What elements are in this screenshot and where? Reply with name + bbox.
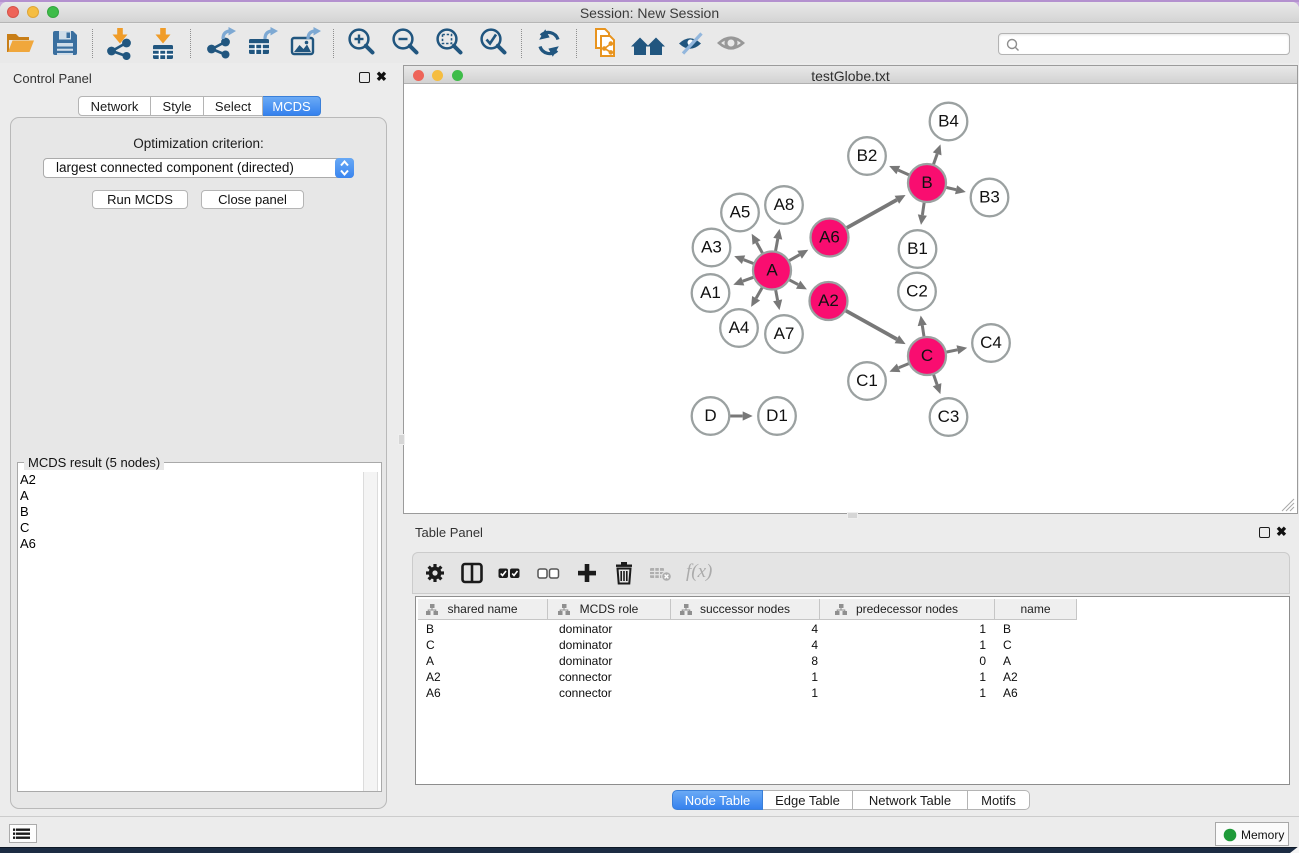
svg-text:B3: B3 — [979, 188, 1000, 207]
svg-text:C: C — [921, 346, 933, 365]
svg-text:B: B — [921, 173, 932, 192]
svg-text:C3: C3 — [938, 407, 960, 426]
svg-text:A4: A4 — [729, 318, 750, 337]
svg-text:C2: C2 — [906, 282, 928, 301]
svg-text:D: D — [704, 406, 716, 425]
svg-text:A2: A2 — [818, 291, 839, 310]
svg-text:A5: A5 — [730, 203, 751, 222]
svg-text:D1: D1 — [766, 406, 788, 425]
svg-text:C1: C1 — [856, 371, 878, 390]
svg-text:B1: B1 — [907, 239, 928, 258]
svg-text:B2: B2 — [857, 146, 878, 165]
svg-text:A3: A3 — [701, 238, 722, 257]
svg-text:A7: A7 — [774, 324, 795, 343]
svg-text:A: A — [766, 261, 778, 280]
svg-text:C4: C4 — [980, 333, 1002, 352]
svg-text:B4: B4 — [938, 112, 959, 131]
svg-text:A6: A6 — [819, 228, 840, 247]
svg-text:A1: A1 — [700, 283, 721, 302]
svg-text:A8: A8 — [774, 195, 795, 214]
